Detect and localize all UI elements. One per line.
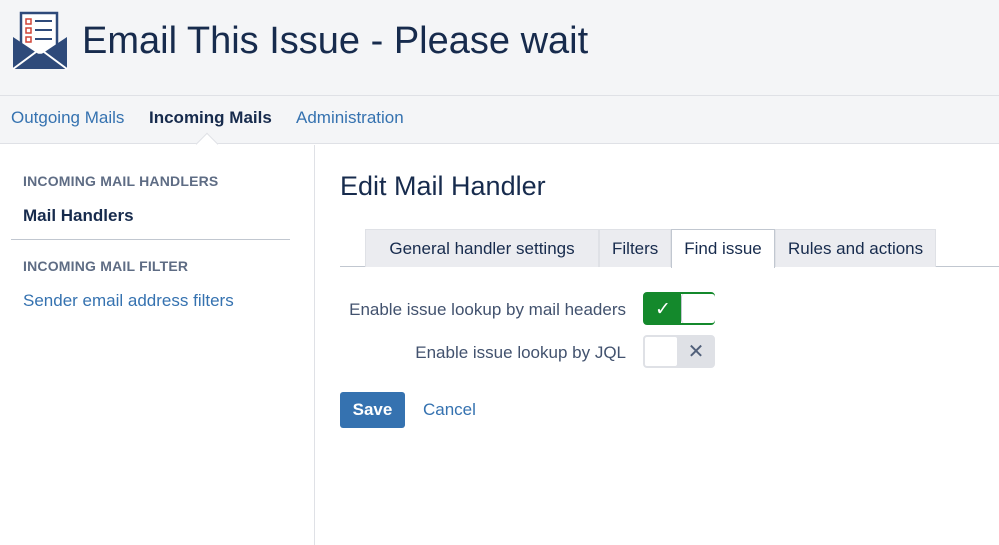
section-title: Edit Mail Handler xyxy=(340,171,546,201)
toggle-knob xyxy=(681,294,715,323)
cancel-link[interactable]: Cancel xyxy=(423,400,476,420)
jql-lookup-toggle[interactable]: ✕ xyxy=(643,335,715,368)
tab-filters[interactable]: Filters xyxy=(599,229,671,267)
tab-general-settings[interactable]: General handler settings xyxy=(365,229,599,267)
save-button[interactable]: Save xyxy=(340,392,405,428)
sidebar: INCOMING MAIL HANDLERS Mail Handlers INC… xyxy=(0,145,315,545)
sidebar-item-mail-handlers[interactable]: Mail Handlers xyxy=(23,206,134,226)
check-icon: ✓ xyxy=(655,299,671,320)
nav-outgoing-mails[interactable]: Outgoing Mails xyxy=(11,108,124,128)
close-icon: ✕ xyxy=(687,341,705,363)
tab-bar: General handler settings Filters Find is… xyxy=(340,229,999,268)
mail-headers-lookup-label: Enable issue lookup by mail headers xyxy=(349,300,626,319)
jql-lookup-label: Enable issue lookup by JQL xyxy=(415,343,626,362)
toggle-knob xyxy=(644,336,678,367)
mail-headers-lookup-toggle[interactable]: ✓ xyxy=(643,292,715,325)
main-content: Edit Mail Handler General handler settin… xyxy=(316,145,999,545)
tab-find-issue[interactable]: Find issue xyxy=(671,229,775,268)
app-header: Email This Issue - Please wait xyxy=(0,0,999,96)
tab-rules-actions[interactable]: Rules and actions xyxy=(775,229,936,267)
nav-administration[interactable]: Administration xyxy=(296,108,404,128)
sidebar-divider xyxy=(11,239,290,240)
envelope-checklist-icon xyxy=(12,11,68,70)
page-title: Email This Issue - Please wait xyxy=(82,20,589,62)
nav-incoming-mails[interactable]: Incoming Mails xyxy=(149,108,272,128)
sidebar-heading-filter: INCOMING MAIL FILTER xyxy=(23,258,189,274)
sidebar-heading-handlers: INCOMING MAIL HANDLERS xyxy=(23,173,219,189)
sidebar-item-sender-filters[interactable]: Sender email address filters xyxy=(23,291,234,311)
top-nav: Outgoing Mails Incoming Mails Administra… xyxy=(0,96,999,144)
